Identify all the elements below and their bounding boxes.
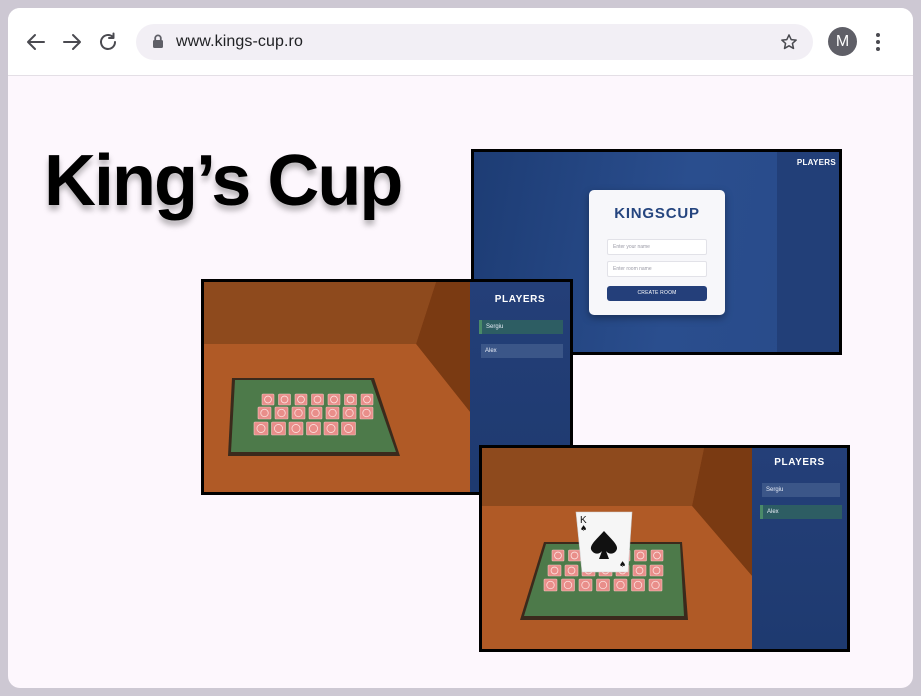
back-icon[interactable] [24,30,48,54]
brand-logo-text: KINGSCUP [614,205,700,222]
face-down-card[interactable] [291,406,306,420]
player-item-sergiu[interactable]: Sergiu [479,320,563,334]
face-down-card[interactable] [271,421,286,436]
face-down-card[interactable] [360,393,374,406]
face-down-card[interactable] [325,406,340,420]
face-down-card[interactable] [253,421,269,436]
bookmark-star-icon[interactable] [779,32,799,57]
face-down-card[interactable] [359,406,374,420]
face-down-card[interactable] [278,393,291,406]
game-room-scene: K ♠ ♠ [482,448,752,649]
small-spade-icon: ♠ [619,560,626,569]
player-item-alex[interactable]: Alex [481,344,563,358]
name-input[interactable]: Enter your name [607,239,707,255]
players-title: PLAYERS [796,158,836,167]
face-down-card[interactable] [551,549,565,562]
face-down-card[interactable] [342,406,357,420]
face-down-card[interactable] [327,393,341,406]
face-down-card[interactable] [632,564,647,577]
face-down-card[interactable] [341,421,356,436]
players-title: PLAYERS [494,294,546,305]
face-down-card[interactable] [311,393,324,406]
create-room-button[interactable]: CREATE ROOM [607,286,707,301]
face-down-card[interactable] [257,406,272,420]
face-down-card[interactable] [288,421,304,436]
profile-avatar[interactable]: M [828,27,857,56]
face-down-card[interactable] [596,578,610,592]
face-down-card[interactable] [650,549,664,562]
face-down-card[interactable] [564,564,579,577]
face-down-card[interactable] [323,421,339,436]
face-down-card[interactable] [613,578,628,592]
players-title: PLAYERS [774,457,825,468]
face-down-card[interactable] [261,393,275,406]
players-sidebar: PLAYERS Sergiu Alex [752,448,847,649]
address-bar[interactable]: www.kings-cup.ro [136,24,813,60]
forward-icon[interactable] [60,30,84,54]
face-down-card[interactable] [634,549,647,562]
menu-kebab-icon[interactable] [874,30,882,59]
face-down-card[interactable] [631,578,645,592]
face-down-card[interactable] [648,578,663,592]
game-screenshot-drawn-card: K ♠ ♠ PLAYERS Sergiu Alex [479,445,850,652]
lock-icon [152,34,164,54]
face-down-card[interactable] [274,406,289,420]
drawn-king-card[interactable]: K ♠ ♠ [575,511,633,573]
page-title: King’s Cup [44,141,403,221]
face-down-card[interactable] [649,564,664,577]
face-down-card[interactable] [294,393,308,406]
create-room-card: KINGSCUP Enter your name Enter room name… [589,190,725,315]
players-sidebar: PLAYERS [777,152,839,352]
player-item-alex[interactable]: Alex [760,505,842,519]
face-down-card[interactable] [344,393,357,406]
face-down-card[interactable] [561,578,575,592]
url-text: www.kings-cup.ro [176,33,303,50]
reload-icon[interactable] [96,30,120,54]
room-input[interactable]: Enter room name [607,261,707,277]
game-room-scene [204,282,470,492]
face-down-card[interactable] [547,564,562,577]
face-down-card[interactable] [568,549,581,562]
face-down-card[interactable] [306,421,321,436]
face-down-card[interactable] [578,578,593,592]
player-item-sergiu[interactable]: Sergiu [762,483,840,497]
browser-toolbar: www.kings-cup.ro M [8,8,913,76]
face-down-card[interactable] [543,578,558,592]
face-down-card[interactable] [308,406,323,420]
small-spade-icon: ♠ [580,524,587,533]
